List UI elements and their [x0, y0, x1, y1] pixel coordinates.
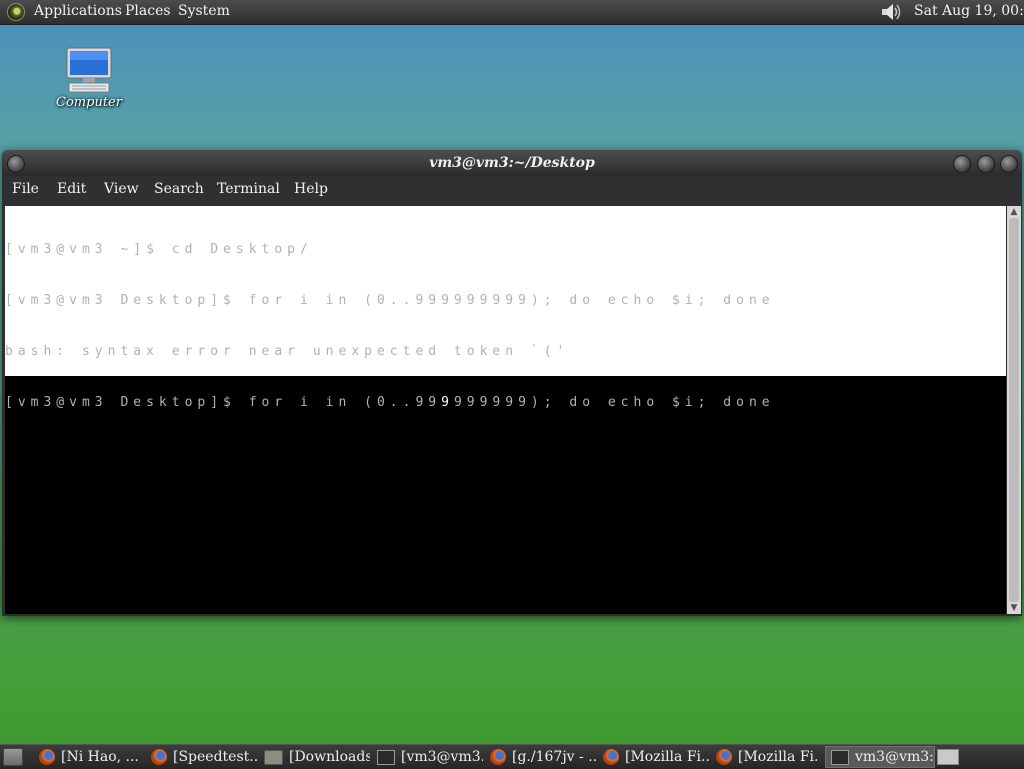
terminal-output[interactable]: [vm3@vm3 ~]$ cd Desktop/ [vm3@vm3 Deskto…	[5, 206, 1006, 410]
taskbar-item[interactable]: [Speedtest...	[151, 746, 257, 768]
taskbar-item-label: vm3@vm3:...	[855, 749, 934, 765]
gnome-foot-icon[interactable]	[7, 3, 25, 21]
taskbar-item-label: [Mozilla Fi...	[625, 749, 709, 765]
terminal-icon	[377, 749, 395, 765]
terminal-line: bash: syntax error near unexpected token…	[5, 344, 570, 359]
firefox-icon	[490, 749, 506, 765]
menu-help[interactable]: Help	[294, 181, 328, 197]
taskbar-item-label: [Downloads]	[289, 749, 370, 765]
taskbar-item[interactable]: [g./167jv - ...	[490, 746, 596, 768]
desktop-icon-label: Computer	[56, 95, 122, 110]
taskbar-item-active[interactable]: vm3@vm3:...	[825, 746, 935, 768]
workspace-switcher[interactable]	[937, 749, 959, 765]
taskbar-item[interactable]: [Mozilla Fi...	[603, 746, 709, 768]
menu-file[interactable]: File	[12, 181, 39, 197]
terminal-current-line[interactable]: [vm3@vm3 Desktop]$ for i in (0..99999999…	[5, 394, 1006, 411]
terminal-line: [vm3@vm3 ~]$ cd Desktop/	[5, 242, 313, 257]
window-menubar: File Edit View Search Terminal Help	[2, 176, 1022, 204]
menu-search[interactable]: Search	[154, 181, 204, 197]
show-desktop-icon[interactable]	[3, 748, 23, 766]
menu-edit[interactable]: Edit	[57, 181, 86, 197]
speaker-icon[interactable]	[880, 2, 904, 22]
taskbar-item[interactable]: [Mozilla Fi...	[716, 746, 820, 768]
taskbar-item-label: [Ni Hao, ...	[61, 749, 139, 765]
maximize-button[interactable]	[977, 155, 995, 173]
firefox-icon	[39, 749, 55, 765]
minimize-button[interactable]	[953, 155, 971, 173]
scroll-thumb[interactable]	[1009, 218, 1019, 602]
places-menu[interactable]: Places	[125, 3, 171, 19]
window-titlebar[interactable]: vm3@vm3:~/Desktop	[2, 150, 1022, 176]
taskbar-item-label: [Speedtest...	[173, 749, 257, 765]
taskbar-item-label: [vm3@vm3...	[401, 749, 483, 765]
taskbar-item[interactable]: [vm3@vm3...	[377, 746, 483, 768]
terminal-scrollbar[interactable]: ▲ ▼	[1007, 206, 1021, 614]
command-text-after-cursor: 999999); do echo $i; done	[453, 395, 775, 410]
desktop-icon-computer[interactable]: Computer	[52, 46, 126, 110]
applications-menu[interactable]: Applications	[34, 3, 122, 19]
clock[interactable]: Sat Aug 19, 00:15	[914, 3, 1024, 19]
terminal-window: vm3@vm3:~/Desktop File Edit View Search …	[2, 150, 1022, 616]
bottom-taskbar: [Ni Hao, ... [Speedtest... [Downloads] […	[0, 744, 1024, 769]
close-button[interactable]	[1000, 155, 1018, 173]
taskbar-item[interactable]: [Ni Hao, ...	[39, 746, 143, 768]
terminal-line: [vm3@vm3 Desktop]$ for i in (0..99999999…	[5, 293, 775, 308]
window-title: vm3@vm3:~/Desktop	[429, 155, 595, 171]
text-cursor: 9	[441, 395, 454, 410]
taskbar-item[interactable]: [Downloads]	[264, 746, 370, 768]
terminal-icon	[831, 749, 849, 765]
command-text-before-cursor: [vm3@vm3 Desktop]$ for i in (0..99	[5, 395, 442, 410]
menu-terminal[interactable]: Terminal	[217, 181, 280, 197]
firefox-icon	[151, 749, 167, 765]
top-panel: Applications Places System Sat Aug 19, 0…	[0, 0, 1024, 25]
firefox-icon	[716, 749, 732, 765]
terminal-area[interactable]: [vm3@vm3 ~]$ cd Desktop/ [vm3@vm3 Deskto…	[5, 206, 1006, 614]
firefox-icon	[603, 749, 619, 765]
computer-icon	[66, 47, 112, 93]
scroll-up-arrow-icon[interactable]: ▲	[1007, 206, 1021, 218]
system-menu[interactable]: System	[178, 3, 230, 19]
folder-icon	[264, 749, 283, 765]
menu-view[interactable]: View	[104, 181, 139, 197]
scroll-down-arrow-icon[interactable]: ▼	[1007, 602, 1021, 614]
taskbar-item-label: [g./167jv - ...	[512, 749, 596, 765]
taskbar-item-label: [Mozilla Fi...	[738, 749, 820, 765]
